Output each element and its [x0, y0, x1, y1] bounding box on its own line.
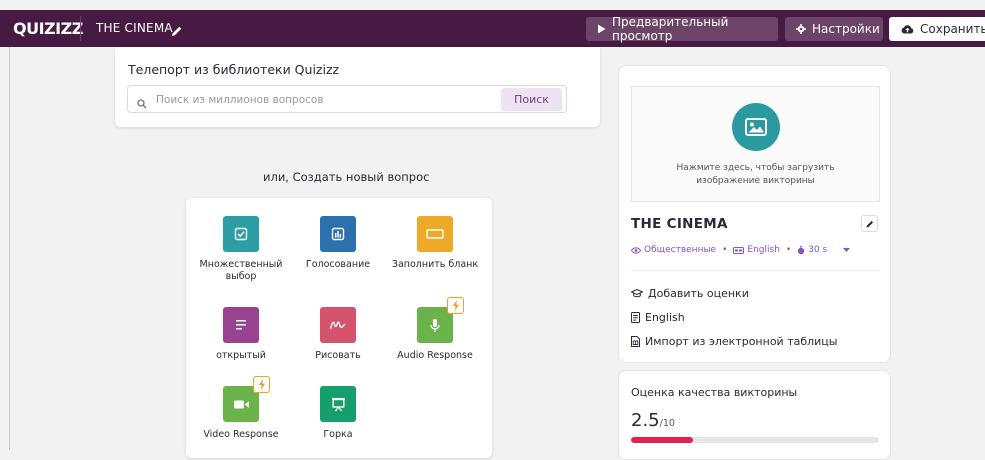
- qtype-label: Audio Response: [397, 350, 473, 361]
- teleport-title: Телепорт из библиотеки Quizizz: [128, 62, 340, 77]
- document-icon: [631, 312, 640, 323]
- settings-button[interactable]: Настройки: [785, 17, 883, 41]
- add-grades-option[interactable]: Добавить оценки: [631, 287, 749, 300]
- meta-separator: •: [785, 245, 792, 255]
- checkbox-icon: [223, 216, 259, 252]
- visibility-label: Общественные: [644, 245, 717, 255]
- quiz-name: THE CINEMA: [631, 216, 728, 232]
- stopwatch-icon: [798, 245, 805, 254]
- video-camera-icon: [223, 376, 270, 422]
- search-icon: [137, 94, 147, 113]
- qtype-label: Голосование: [305, 259, 371, 270]
- qtype-label: Множественный выбор: [199, 259, 283, 282]
- pencil-icon: [866, 220, 873, 227]
- quality-progress-fill: [631, 437, 693, 443]
- save-button-label: Сохранить: [920, 22, 985, 36]
- qtype-multiple-choice[interactable]: Множественный выбор: [191, 216, 291, 283]
- language-label: English: [747, 245, 780, 255]
- graduation-cap-icon: [631, 289, 643, 298]
- quality-score: 2.5/10: [631, 410, 675, 431]
- import-spreadsheet-label: Импорт из электронной таблицы: [645, 335, 838, 348]
- settings-button-label: Настройки: [812, 22, 880, 36]
- save-button[interactable]: Сохранить: [889, 17, 985, 41]
- draw-scribble-icon: [320, 307, 356, 343]
- eye-icon: [631, 246, 641, 254]
- preview-button-label: Предварительный просмотр: [612, 15, 729, 43]
- divider: [631, 270, 880, 271]
- play-icon: [598, 24, 606, 34]
- search-box[interactable]: Поиск: [127, 85, 567, 113]
- meta-separator: •: [722, 245, 728, 255]
- search-input[interactable]: [154, 90, 498, 110]
- top-bar: QUIZIZZ THE CINEMA Предварительный просм…: [0, 10, 985, 47]
- qtype-label: открытый: [216, 350, 266, 361]
- create-question-heading: или, Создать новый вопрос: [263, 170, 430, 184]
- poll-chart-icon: [320, 216, 356, 252]
- quality-title: Оценка качества викторины: [631, 386, 798, 399]
- qtype-label: Горка: [323, 429, 353, 440]
- qtype-poll[interactable]: Голосование: [288, 216, 388, 271]
- quiz-quality-card: Оценка качества викторины 2.5/10: [618, 370, 891, 460]
- logo-divider: [80, 16, 81, 41]
- quiz-details-card: Нажмите здесь, чтобы загрузить изображен…: [618, 65, 891, 363]
- language-setting[interactable]: English: [733, 245, 780, 255]
- quiz-title[interactable]: THE CINEMA: [96, 21, 173, 35]
- chevron-down-icon[interactable]: [843, 245, 851, 255]
- qtype-slide[interactable]: Горка: [288, 386, 388, 441]
- qtype-label: Video Response: [203, 429, 279, 440]
- language-icon: [733, 246, 745, 254]
- qtype-label: Рисовать: [315, 350, 361, 361]
- cloud-upload-icon: [901, 25, 914, 34]
- timer-setting[interactable]: 30 s: [797, 245, 827, 255]
- microphone-icon: [417, 297, 464, 343]
- quality-score-max: /10: [659, 418, 675, 429]
- timer-label: 30 s: [808, 245, 828, 255]
- blank-field-icon: [417, 216, 453, 252]
- presentation-slide-icon: [320, 386, 356, 422]
- qtype-draw[interactable]: Рисовать: [288, 307, 388, 362]
- preview-button[interactable]: Предварительный просмотр: [586, 15, 778, 43]
- qtype-audio-response[interactable]: Audio Response: [385, 297, 485, 362]
- teleport-card: Телепорт из библиотеки Quizizz Поиск: [115, 47, 600, 127]
- left-edge-divider: [9, 47, 10, 450]
- quality-progress-bar: [631, 437, 879, 443]
- quality-score-value: 2.5: [631, 410, 660, 431]
- gear-icon: [796, 24, 806, 34]
- open-text-icon: [223, 307, 259, 343]
- quiz-meta-row[interactable]: Общественные • English • 30 s: [631, 245, 851, 255]
- pencil-icon[interactable]: [171, 22, 183, 41]
- add-grades-label: Добавить оценки: [648, 287, 749, 300]
- quizizz-logo[interactable]: QUIZIZZ: [13, 19, 83, 38]
- qtype-video-response[interactable]: Video Response: [191, 376, 291, 441]
- cover-image-upload[interactable]: Нажмите здесь, чтобы загрузить изображен…: [631, 86, 880, 202]
- upload-instructions: Нажмите здесь, чтобы загрузить изображен…: [676, 163, 835, 186]
- qtype-fill-blank[interactable]: Заполнить бланк: [385, 216, 485, 271]
- edit-quiz-button[interactable]: [861, 215, 878, 232]
- qtype-label: Заполнить бланк: [391, 259, 479, 270]
- question-types-card: Множественный выбор Голосование Заполнит…: [186, 198, 492, 458]
- language-option-label: English: [645, 311, 685, 324]
- qtype-open-ended[interactable]: открытый: [191, 307, 291, 362]
- search-button[interactable]: Поиск: [501, 88, 562, 111]
- spreadsheet-file-icon: [631, 336, 640, 347]
- image-icon: [732, 103, 780, 151]
- visibility-setting[interactable]: Общественные: [631, 245, 716, 255]
- language-option[interactable]: English: [631, 311, 685, 324]
- import-spreadsheet-option[interactable]: Импорт из электронной таблицы: [631, 335, 837, 348]
- lightning-bolt-icon: [253, 376, 270, 393]
- lightning-bolt-icon: [447, 297, 464, 314]
